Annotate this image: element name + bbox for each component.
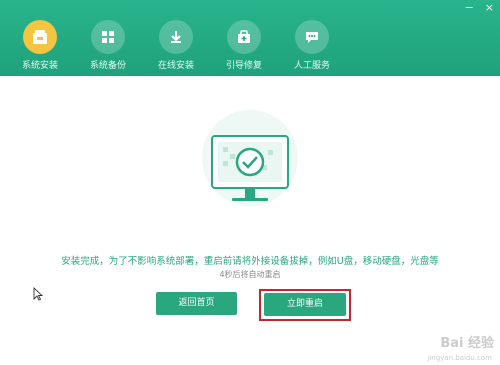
nav-label: 引导修复 (225, 61, 262, 71)
restart-countdown: 4秒后将自动重启 (219, 270, 281, 279)
online-install-icon (159, 20, 193, 54)
window-controls: − × (465, 2, 494, 13)
minimize-button[interactable]: − (465, 2, 474, 13)
manual-service-icon (295, 20, 329, 54)
mouse-cursor-icon (33, 287, 43, 301)
watermark-logo: Bai 经验 (440, 336, 494, 351)
nav-item-system-install[interactable]: 系统安装 (12, 20, 68, 72)
boot-repair-icon (227, 20, 261, 54)
close-button[interactable]: × (485, 2, 494, 13)
install-complete-message: 安装完成，为了不影响系统部署，重启前请将外接设备拔掉，例如U盘，移动硬盘，光盘等 (61, 256, 439, 267)
nav-item-online-install[interactable]: 在线安装 (148, 20, 204, 72)
return-home-button[interactable]: 返回首页 (156, 292, 237, 315)
restart-now-button[interactable]: 立即重启 (264, 293, 346, 316)
nav-item-boot-repair[interactable]: 引导修复 (216, 20, 272, 72)
system-backup-icon (91, 20, 125, 54)
nav-item-system-backup[interactable]: 系统备份 (80, 20, 136, 72)
install-complete-illustration (202, 110, 298, 206)
top-toolbar: − × 系统安装 系统备份 在线安装 引导修复 人工服务 (0, 0, 500, 76)
watermark-url: jingyan.baidu.com (427, 354, 492, 362)
nav-label: 在线安装 (157, 61, 194, 71)
nav-label: 系统安装 (21, 61, 58, 71)
system-install-icon (23, 20, 57, 54)
nav-label: 系统备份 (89, 61, 126, 71)
nav-item-manual-service[interactable]: 人工服务 (284, 20, 340, 72)
nav-label: 人工服务 (293, 61, 330, 71)
